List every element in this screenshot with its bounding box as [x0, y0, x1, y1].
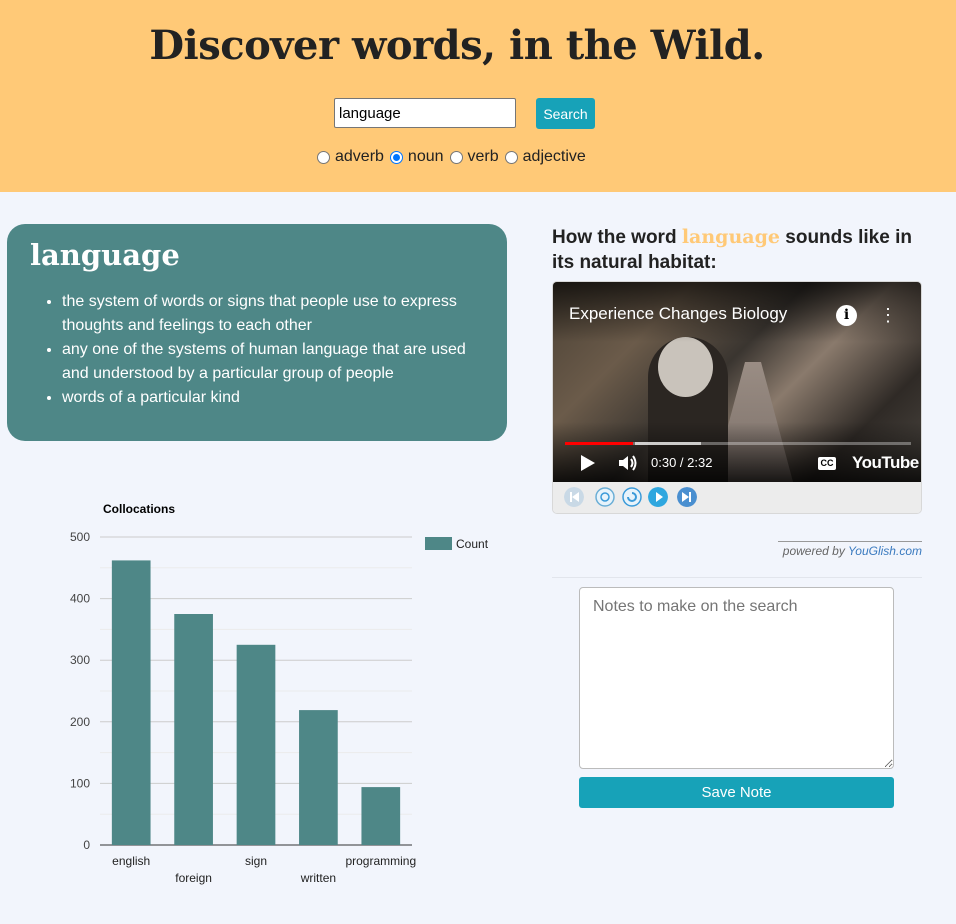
video-time: 0:30 / 2:32 — [651, 455, 713, 470]
previous-icon[interactable] — [564, 487, 584, 507]
video-heading: How the word language sounds like in its… — [552, 225, 932, 275]
legend-label: Count — [456, 537, 489, 551]
definition-card: language the system of words or signs th… — [7, 224, 507, 441]
y-tick-label: 100 — [70, 776, 90, 790]
y-tick-label: 200 — [70, 715, 90, 729]
video-bottom-shade — [553, 422, 921, 482]
play-next-icon[interactable] — [648, 487, 668, 507]
captions-icon[interactable]: CC — [818, 457, 836, 470]
video-player[interactable]: Experience Changes Biology i ⋮ 0:30 / 2:… — [552, 281, 922, 514]
powered-by: powered by YouGlish.com — [778, 541, 922, 558]
chart-title: Collocations — [103, 502, 175, 516]
page-title: Discover words, in the Wild. — [149, 22, 765, 69]
youglish-link[interactable]: YouGlish.com — [848, 544, 922, 558]
x-tick-label: foreign — [175, 871, 212, 885]
x-tick-label: english — [112, 854, 150, 868]
radio-adjective-label: adjective — [522, 148, 586, 165]
powered-by-label: powered by — [782, 544, 845, 558]
search-button[interactable]: Search — [536, 98, 595, 129]
y-tick-label: 300 — [70, 653, 90, 667]
y-tick-label: 0 — [83, 838, 90, 852]
radio-verb-label: verb — [467, 148, 499, 165]
radio-noun-label: noun — [407, 148, 444, 165]
slow-replay-icon[interactable] — [595, 487, 615, 507]
bar-programming — [361, 787, 401, 845]
youglish-controls — [553, 482, 921, 513]
definition-word: language — [30, 238, 180, 272]
video-heading-prefix: How the word — [552, 227, 677, 248]
youtube-logo[interactable]: YouTube — [852, 453, 919, 473]
more-options-icon[interactable]: ⋮ — [879, 305, 897, 325]
header: Discover words, in the Wild. Search adve… — [0, 0, 956, 192]
search-input[interactable] — [334, 98, 516, 128]
video-heading-word: language — [681, 226, 780, 248]
replay-icon[interactable] — [622, 487, 642, 507]
radio-adjective[interactable]: adjective — [504, 148, 586, 166]
definition-item: the system of words or signs that people… — [62, 290, 472, 338]
radio-adverb[interactable]: adverb — [317, 148, 384, 166]
volume-icon[interactable] — [617, 453, 639, 473]
video-frame[interactable]: Experience Changes Biology i ⋮ 0:30 / 2:… — [553, 282, 921, 482]
legend-swatch — [425, 537, 452, 550]
radio-noun-dot[interactable] — [389, 150, 403, 164]
play-icon[interactable] — [581, 455, 595, 471]
x-tick-label: programming — [345, 854, 416, 868]
collocations-chart-svg: Collocations 0 100 200 300 400 500 english forei… — [70, 502, 489, 885]
y-tick-label: 500 — [70, 530, 90, 544]
bar-written — [299, 710, 338, 845]
save-note-button[interactable]: Save Note — [579, 777, 894, 808]
divider — [552, 577, 922, 578]
definition-item: words of a particular kind — [62, 386, 472, 410]
x-tick-label: sign — [245, 854, 267, 868]
part-of-speech-group: adverb noun verb adjective — [317, 147, 592, 167]
definition-list: the system of words or signs that people… — [62, 290, 472, 410]
info-icon[interactable]: i — [836, 305, 857, 326]
definition-item: any one of the systems of human language… — [62, 338, 472, 386]
x-tick-label: written — [300, 871, 336, 885]
next-icon[interactable] — [677, 487, 697, 507]
video-progress-fill — [565, 442, 634, 445]
bar-english — [111, 560, 151, 845]
radio-adjective-dot[interactable] — [504, 150, 518, 164]
radio-adverb-dot[interactable] — [317, 150, 330, 164]
collocations-chart: Collocations 0 100 200 300 400 500 english forei… — [40, 490, 510, 900]
radio-verb[interactable]: verb — [449, 148, 499, 166]
video-title[interactable]: Experience Changes Biology — [569, 304, 787, 324]
bar-foreign — [174, 614, 213, 845]
bar-sign — [236, 644, 276, 845]
radio-adverb-label: adverb — [335, 148, 384, 165]
radio-noun[interactable]: noun — [389, 148, 444, 166]
y-tick-label: 400 — [70, 592, 90, 606]
video-scene-head — [658, 337, 713, 397]
notes-textarea[interactable] — [579, 587, 894, 769]
video-progress-bar[interactable] — [565, 442, 911, 445]
radio-verb-dot[interactable] — [449, 150, 463, 164]
video-buffer — [635, 442, 701, 445]
